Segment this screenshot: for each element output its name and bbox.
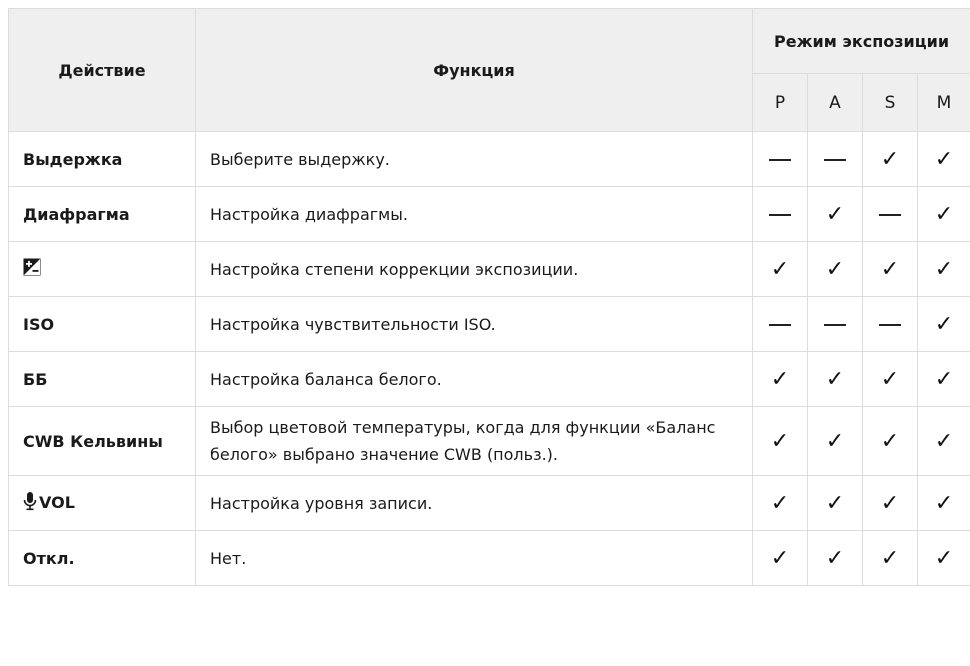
function-description: Нет. [195, 530, 753, 586]
table-row: CWB Кельвины Выбор цветовой температуры, … [8, 406, 970, 476]
action-label: VOL [39, 493, 75, 512]
header-mode-p: P [752, 73, 808, 132]
dash-icon [752, 186, 808, 242]
table-row: Откл. Нет. ✓ ✓ ✓ ✓ [8, 530, 970, 586]
check-icon: ✓ [916, 186, 970, 242]
action-cell: VOL [8, 475, 196, 531]
exposure-mode-table: Действие Функция Режим экспозиции P A S … [8, 8, 970, 586]
check-icon: ✓ [862, 131, 918, 187]
table-row: ISO Настройка чувствительности ISO. ✓ [8, 296, 970, 352]
action-cell [8, 241, 196, 297]
check-icon: ✓ [916, 475, 970, 531]
check-icon: ✓ [807, 406, 863, 476]
exposure-compensation-icon [23, 258, 41, 280]
dash-icon [862, 296, 918, 352]
function-description: Настройка степени коррекции экспозиции. [195, 241, 753, 297]
table-row: Настройка степени коррекции экспозиции. ✓… [8, 241, 970, 297]
table-row: ББ Настройка баланса белого. ✓ ✓ ✓ ✓ [8, 351, 970, 407]
dash-icon [807, 296, 863, 352]
check-icon: ✓ [862, 351, 918, 407]
header-function: Функция [195, 8, 753, 132]
dash-icon [862, 186, 918, 242]
table-row: Диафрагма Настройка диафрагмы. ✓ ✓ [8, 186, 970, 242]
header-action: Действие [8, 8, 196, 132]
header-mode-s: S [862, 73, 918, 132]
check-icon: ✓ [807, 475, 863, 531]
check-icon: ✓ [916, 296, 970, 352]
dash-icon [752, 296, 808, 352]
action-cell: Диафрагма [8, 186, 196, 242]
check-icon: ✓ [862, 406, 918, 476]
action-cell: Откл. [8, 530, 196, 586]
dash-icon [752, 131, 808, 187]
table-body: Выдержка Выберите выдержку. ✓ ✓ Диафрагма Нас… [8, 131, 970, 586]
action-label: Откл. [23, 548, 75, 568]
check-icon: ✓ [807, 530, 863, 586]
check-icon: ✓ [862, 241, 918, 297]
check-icon: ✓ [862, 475, 918, 531]
action-cell: Выдержка [8, 131, 196, 187]
check-icon: ✓ [752, 351, 808, 407]
header-mode-m: M [916, 73, 970, 132]
table-row: VOL Настройка уровня записи. ✓ ✓ ✓ ✓ [8, 475, 970, 531]
header-exposure-mode: Режим экспозиции [751, 8, 970, 74]
action-cell: CWB Кельвины [8, 406, 196, 476]
check-icon: ✓ [916, 351, 970, 407]
action-label: Диафрагма [23, 204, 130, 224]
header-mode-a: A [807, 73, 863, 132]
table-row: Выдержка Выберите выдержку. ✓ ✓ [8, 131, 970, 187]
check-icon: ✓ [916, 131, 970, 187]
action-label: Выдержка [23, 149, 123, 169]
check-icon: ✓ [807, 186, 863, 242]
check-icon: ✓ [752, 241, 808, 297]
action-cell: ISO [8, 296, 196, 352]
check-icon: ✓ [752, 475, 808, 531]
check-icon: ✓ [752, 530, 808, 586]
microphone-icon [23, 491, 37, 515]
action-cell: ББ [8, 351, 196, 407]
function-description: Настройка диафрагмы. [195, 186, 753, 242]
check-icon: ✓ [916, 241, 970, 297]
action-label: CWB Кельвины [23, 431, 163, 451]
check-icon: ✓ [862, 530, 918, 586]
function-description: Настройка баланса белого. [195, 351, 753, 407]
dash-icon [807, 131, 863, 187]
function-description: Настройка уровня записи. [195, 475, 753, 531]
check-icon: ✓ [807, 351, 863, 407]
function-description: Настройка чувствительности ISO. [195, 296, 753, 352]
function-description: Выберите выдержку. [195, 131, 753, 187]
action-label: ББ [23, 369, 48, 389]
check-icon: ✓ [916, 406, 970, 476]
check-icon: ✓ [752, 406, 808, 476]
action-label: ISO [23, 314, 55, 334]
check-icon: ✓ [807, 241, 863, 297]
check-icon: ✓ [916, 530, 970, 586]
function-description: Выбор цветовой температуры, когда для фу… [195, 406, 753, 476]
